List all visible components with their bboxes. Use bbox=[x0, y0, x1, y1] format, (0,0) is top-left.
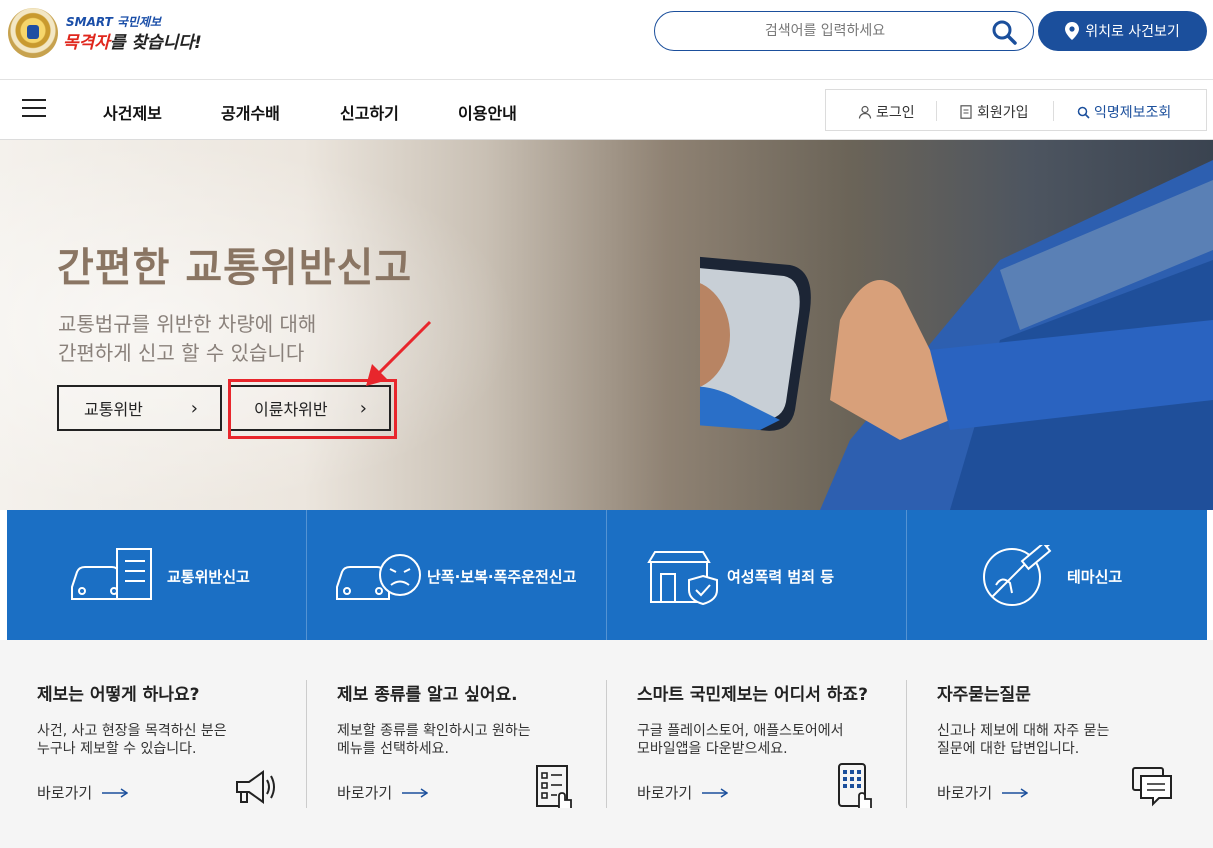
nav-item-report[interactable]: 사건제보 bbox=[103, 100, 162, 124]
chevron-right-icon: › bbox=[190, 397, 198, 419]
hero-subtitle-line2: 간편하게 신고 할 수 있습니다 bbox=[58, 341, 305, 365]
login-link[interactable]: 로그인 bbox=[858, 102, 915, 122]
document-icon bbox=[960, 105, 972, 119]
info-title: 자주묻는질문 bbox=[937, 685, 1031, 705]
map-pin-icon bbox=[1065, 22, 1080, 40]
go-link-label: 바로가기 bbox=[37, 784, 93, 802]
top-header: SMART 국민제보 목격자를 찾습니다! 위치로 사건보기 bbox=[0, 0, 1213, 80]
info-desc: 구글 플레이스토어, 애플스토어에서 모바일앱을 다운받으세요. bbox=[637, 722, 877, 758]
arrow-right-icon bbox=[402, 787, 429, 798]
nav-item-wanted[interactable]: 공개수배 bbox=[221, 100, 280, 124]
info-desc-line: 사건, 사고 현장을 목격하신 분은 bbox=[37, 723, 227, 739]
red-arrow-icon bbox=[366, 320, 432, 386]
syringe-hand-icon bbox=[983, 545, 1052, 606]
location-view-button[interactable]: 위치로 사건보기 bbox=[1038, 11, 1207, 51]
info-column-where-to-report: 스마트 국민제보는 어디서 하죠? 구글 플레이스토어, 애플스토어에서 모바일… bbox=[607, 640, 907, 848]
search-input[interactable] bbox=[675, 20, 975, 42]
info-title: 스마트 국민제보는 어디서 하죠? bbox=[637, 685, 868, 705]
feature-tiles: 교통위반신고 난폭·보복·폭주운전신고 여성폭력 범죄 등 테마신고 bbox=[7, 510, 1207, 640]
search-button[interactable] bbox=[991, 19, 1017, 45]
traffic-violation-label: 교통위반 bbox=[84, 400, 143, 419]
traffic-violation-button[interactable]: 교통위반 › bbox=[57, 385, 222, 431]
car-mirror-illustration bbox=[700, 160, 1213, 510]
signup-label: 회원가입 bbox=[977, 105, 1029, 121]
info-column-report-types: 제보 종류를 알고 싶어요. 제보할 종류를 확인하시고 원하는 메뉴를 선택하… bbox=[307, 640, 607, 848]
info-desc: 신고나 제보에 대해 자주 묻는 질문에 대한 답변입니다. bbox=[937, 722, 1177, 758]
go-link[interactable]: 바로가기 bbox=[37, 782, 129, 803]
feature-label: 난폭·보복·폭주운전신고 bbox=[427, 568, 577, 586]
feature-reckless-driving-report[interactable]: 난폭·보복·폭주운전신고 bbox=[307, 510, 607, 640]
arrow-right-icon bbox=[102, 787, 129, 798]
info-desc-line: 제보할 종류를 확인하시고 원하는 bbox=[337, 723, 531, 739]
search-icon bbox=[992, 20, 1017, 45]
go-link-label: 바로가기 bbox=[637, 784, 693, 802]
feature-label: 여성폭력 범죄 등 bbox=[727, 568, 835, 586]
go-link[interactable]: 바로가기 bbox=[937, 782, 1029, 803]
hero-subtitle-line1: 교통법규를 위반한 차량에 대해 bbox=[58, 312, 317, 336]
go-link[interactable]: 바로가기 bbox=[637, 782, 729, 803]
arrow-right-icon bbox=[702, 787, 729, 798]
user-icon bbox=[858, 105, 872, 119]
info-desc: 사건, 사고 현장을 목격하신 분은 누구나 제보할 수 있습니다. bbox=[37, 722, 277, 758]
magnifier-icon bbox=[1077, 106, 1090, 119]
arrow-right-icon bbox=[1002, 787, 1029, 798]
info-desc: 제보할 종류를 확인하시고 원하는 메뉴를 선택하세요. bbox=[337, 722, 577, 758]
hamburger-menu-icon[interactable] bbox=[22, 99, 46, 119]
util-divider bbox=[1053, 101, 1054, 121]
go-link-label: 바로가기 bbox=[937, 784, 993, 802]
feature-violence-crime-report[interactable]: 여성폭력 범죄 등 bbox=[607, 510, 907, 640]
chat-bubble-icon bbox=[1132, 767, 1172, 807]
info-desc-line: 신고나 제보에 대해 자주 묻는 bbox=[937, 723, 1110, 739]
info-section: 제보는 어떻게 하나요? 사건, 사고 현장을 목격하신 분은 누구나 제보할 … bbox=[0, 640, 1213, 848]
store-shield-icon bbox=[647, 551, 718, 606]
anonymous-report-label: 익명제보조회 bbox=[1094, 105, 1172, 121]
go-link-label: 바로가기 bbox=[337, 784, 393, 802]
hero-subtitle: 교통법규를 위반한 차량에 대해 간편하게 신고 할 수 있습니다 bbox=[58, 310, 316, 368]
util-divider bbox=[936, 101, 937, 121]
megaphone-icon bbox=[236, 770, 275, 804]
logo-main-rest: 를 찾습니다! bbox=[109, 33, 202, 53]
nav-item-declare[interactable]: 신고하기 bbox=[340, 100, 399, 124]
police-emblem-logo[interactable] bbox=[8, 8, 58, 58]
logo-main-red: 목격자 bbox=[63, 33, 110, 53]
feature-label: 교통위반신고 bbox=[167, 568, 250, 586]
info-desc-line: 모바일앱을 다운받으세요. bbox=[637, 741, 788, 757]
feature-label: 테마신고 bbox=[1067, 568, 1123, 586]
feature-traffic-report[interactable]: 교통위반신고 bbox=[7, 510, 307, 640]
location-button-label: 위치로 사건보기 bbox=[1085, 24, 1180, 40]
info-desc-line: 메뉴를 선택하세요. bbox=[337, 741, 449, 757]
info-title: 제보는 어떻게 하나요? bbox=[37, 685, 200, 705]
search-box bbox=[654, 11, 1034, 51]
nav-item-guide[interactable]: 이용안내 bbox=[458, 100, 517, 124]
car-document-icon bbox=[71, 548, 152, 600]
feature-theme-report[interactable]: 테마신고 bbox=[907, 510, 1207, 640]
info-column-how-to-report: 제보는 어떻게 하나요? 사건, 사고 현장을 목격하신 분은 누구나 제보할 … bbox=[7, 640, 307, 848]
go-link[interactable]: 바로가기 bbox=[337, 782, 429, 803]
info-desc-line: 누구나 제보할 수 있습니다. bbox=[37, 741, 197, 757]
signup-link[interactable]: 회원가입 bbox=[960, 102, 1029, 122]
logo-main-text[interactable]: 목격자를 찾습니다! bbox=[63, 28, 202, 53]
utility-menu: 로그인 회원가입 익명제보조회 bbox=[825, 89, 1207, 131]
login-label: 로그인 bbox=[876, 105, 915, 121]
hero-banner: 간편한 교통위반신고 교통법규를 위반한 차량에 대해 간편하게 신고 할 수 … bbox=[0, 140, 1213, 510]
car-angry-face-icon bbox=[336, 554, 421, 600]
info-desc-line: 구글 플레이스토어, 애플스토어에서 bbox=[637, 723, 844, 739]
smartphone-icon bbox=[838, 763, 872, 808]
checklist-icon bbox=[536, 765, 572, 808]
info-desc-line: 질문에 대한 답변입니다. bbox=[937, 741, 1080, 757]
hero-title: 간편한 교통위반신고 bbox=[57, 245, 413, 291]
info-column-faq: 자주묻는질문 신고나 제보에 대해 자주 묻는 질문에 대한 답변입니다. 바로… bbox=[907, 640, 1207, 848]
anonymous-report-lookup-link[interactable]: 익명제보조회 bbox=[1077, 102, 1171, 122]
info-title: 제보 종류를 알고 싶어요. bbox=[337, 685, 518, 705]
